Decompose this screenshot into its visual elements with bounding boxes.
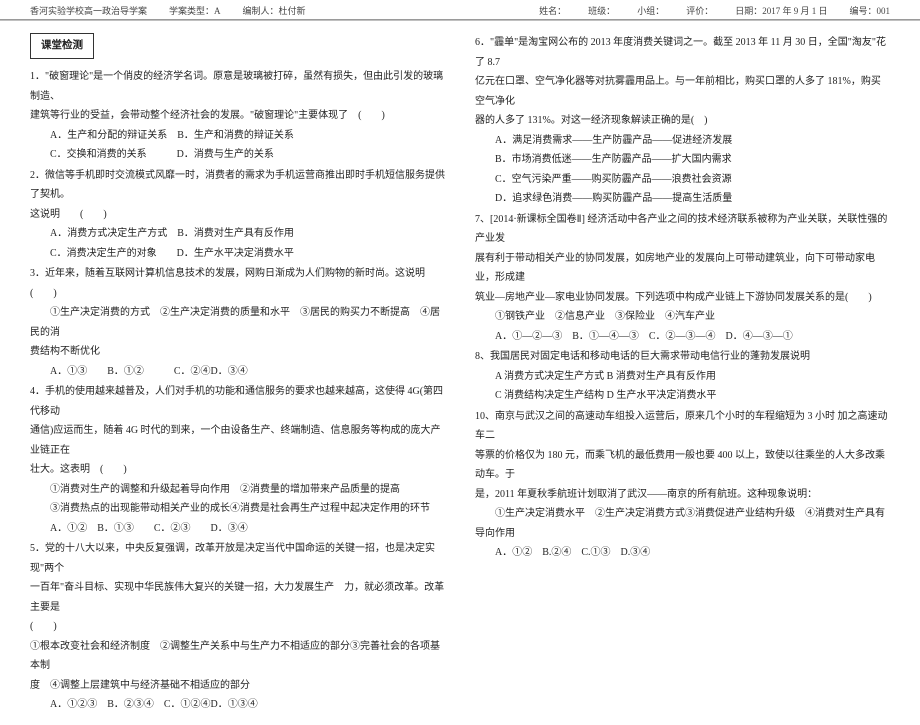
question-1: 1．"破窗理论"是一个俏皮的经济学名词。原意是玻璃被打碎，虽然有损失，但由此引发…	[30, 67, 445, 165]
q10-line3: 是，2011 年夏秋季航班计划取消了武汉——南京的所有航班。这种现象说明：	[475, 489, 817, 500]
page-header: 香河实验学校高一政治导学案 学案类型：A 编制人：杜付新 姓名： 班级： 小组：…	[0, 0, 920, 20]
q6-option-a: A．满足消费需求——生产防霾产品——促进经济发展	[475, 131, 890, 151]
id-label: 编号：001	[849, 4, 890, 17]
q3-items-line1: ①生产决定消费的方式 ②生产决定消费的质量和水平 ③居民的购买力不断提高 ④居民…	[30, 307, 440, 338]
q2-options-row2: C．消费决定生产的对象 D．生产水平决定消费水平	[30, 244, 445, 264]
question-4: 4．手机的使用越来越普及，人们对手机的功能和通信服务的要求也越来越高，这使得 4…	[30, 382, 445, 538]
left-column: 课堂检测 1．"破窗理论"是一个俏皮的经济学名词。原意是玻璃被打碎，虽然有损失，…	[30, 33, 445, 715]
q8-line1: 8、我国居民对固定电话和移动电话的巨大需求带动电信行业的蓬勃发展说明	[475, 351, 810, 362]
q5-items-line1: ①根本改变社会和经济制度 ②调整生产关系中与生产力不相适应的部分③完善社会的各项…	[30, 641, 440, 672]
eval-field-label: 评价：	[686, 4, 713, 17]
q10-line2: 等票的价格仅为 180 元，而乘飞机的最低费用一般也要 400 以上，致使以往乘…	[475, 450, 885, 481]
q7-line3: 筑业—房地产业—家电业协同发展。下列选项中构成产业链上下游协同发展关系的是( )	[475, 292, 872, 303]
q3-line1: 3．近年来，随着互联网计算机信息技术的发展，网购日渐成为人们购物的新时尚。这说明…	[30, 268, 435, 299]
q7-options: A．①—②—③ B．①—④—③ C．②—③—④ D．④—③—①	[475, 327, 890, 347]
sheet-type: 学案类型：A	[169, 4, 221, 17]
question-3: 3．近年来，随着互联网计算机信息技术的发展，网购日渐成为人们购物的新时尚。这说明…	[30, 264, 445, 381]
q2-line2: 这说明 ( )	[30, 209, 107, 220]
q5-items-line2: 度 ④调整上层建筑中与经济基础不相适应的部分	[30, 680, 250, 691]
group-field-label: 小组：	[637, 4, 664, 17]
section-title-box: 课堂检测	[30, 33, 94, 59]
q7-line2: 展有利于带动相关产业的协同发展，如房地产业的发展向上可带动建筑业，向下可带动家电…	[475, 253, 875, 284]
q6-option-c: C．空气污染严重——购买防霾产品——浪费社会资源	[475, 170, 890, 190]
q1-options-row1: A．生产和分配的辩证关系 B．生产和消费的辩证关系	[30, 126, 445, 146]
date-label: 日期：2017 年 9 月 1 日	[735, 4, 827, 17]
name-field-label: 姓名：	[539, 4, 566, 17]
right-column: 6．"霾单"是淘宝网公布的 2013 年度消费关键词之一。截至 2013 年 1…	[475, 33, 890, 715]
q5-line2: 一百年"奋斗目标、实现中华民族伟大复兴的关键一招，大力发展生产 力，就必须改革。…	[30, 582, 444, 613]
q1-line1: 1．"破窗理论"是一个俏皮的经济学名词。原意是玻璃被打碎，虽然有损失，但由此引发…	[30, 71, 443, 102]
q8-options-cd: C 消费结构决定生产结构 D 生产水平决定消费水平	[475, 386, 890, 406]
q5-line1: 5．党的十八大以来，中央反复强调，改革开放是决定当代中国命运的关键一招，也是决定…	[30, 543, 435, 574]
question-2: 2．微信等手机即时交流模式风靡一时，消费者的需求为手机运营商推出即时手机短信服务…	[30, 166, 445, 264]
q10-options: A．①② B.②④ C.①③ D.③④	[475, 543, 890, 563]
q6-option-b: B．市场消费低迷——生产防霾产品——扩大国内需求	[475, 150, 890, 170]
q8-options-ab: A 消费方式决定生产方式 B 消费对生产具有反作用	[475, 367, 890, 387]
q6-line3: 器的人多了 131%。对这一经济现象解读正确的是( )	[475, 115, 708, 126]
question-10: 10、南京与武汉之间的高速动车组投入运营后，原来几个小时的车程缩短为 3 小时 …	[475, 407, 890, 563]
question-8: 8、我国居民对固定电话和移动电话的巨大需求带动电信行业的蓬勃发展说明 A 消费方…	[475, 347, 890, 406]
q4-line1: 4．手机的使用越来越普及，人们对手机的功能和通信服务的要求也越来越高，这使得 4…	[30, 386, 443, 417]
q4-items-row2: ③消费热点的出现能带动相关产业的成长④消费是社会再生产过程中起决定作用的环节	[30, 503, 430, 514]
q4-line3: 壮大。这表明 ( )	[30, 464, 127, 475]
class-field-label: 班级：	[588, 4, 615, 17]
q6-line2: 亿元在口罩、空气净化器等对抗雾霾用品上。与一年前相比，购买口罩的人多了 181%…	[475, 76, 881, 107]
q4-options: A．①② B．①③ C．②③ D．③④	[30, 519, 445, 539]
q5-options: A．①②③ B．②③④ C．①②④D．①③④	[30, 695, 445, 715]
q5-line3: ( )	[30, 621, 57, 632]
document-body: 课堂检测 1．"破窗理论"是一个俏皮的经济学名词。原意是玻璃被打碎，虽然有损失，…	[0, 21, 920, 725]
school-name: 香河实验学校高一政治导学案	[30, 4, 147, 17]
q10-items: ①生产决定消费水平 ②生产决定消费方式③消费促进产业结构升级 ④消费对生产具有导…	[475, 504, 890, 543]
q1-line2: 建筑等行业的受益，会带动整个经济社会的发展。"破窗理论"主要体现了 ( )	[30, 110, 385, 121]
q10-line1: 10、南京与武汉之间的高速动车组投入运营后，原来几个小时的车程缩短为 3 小时 …	[475, 411, 888, 442]
q7-items: ①钢铁产业 ②信息产业 ③保险业 ④汽车产业	[475, 311, 715, 322]
question-6: 6．"霾单"是淘宝网公布的 2013 年度消费关键词之一。截至 2013 年 1…	[475, 33, 890, 209]
q7-line1: 7、[2014·新课标全国卷Ⅱ] 经济活动中各产业之间的技术经济联系被称为产业关…	[475, 214, 887, 245]
q3-options: A．①③ B．①② C．②④D．③④	[30, 362, 445, 382]
author-label: 编制人：杜付新	[243, 4, 306, 17]
question-7: 7、[2014·新课标全国卷Ⅱ] 经济活动中各产业之间的技术经济联系被称为产业关…	[475, 210, 890, 347]
q3-items-line2: 费结构不断优化	[30, 346, 100, 357]
q4-line2: 通信)应运而生，随着 4G 时代的到来，一个由设备生产、终端制造、信息服务等构成…	[30, 425, 441, 456]
q2-line1: 2．微信等手机即时交流模式风靡一时，消费者的需求为手机运营商推出即时手机短信服务…	[30, 170, 445, 201]
q1-options-row2: C．交换和消费的关系 D．消费与生产的关系	[30, 145, 445, 165]
q6-line1: 6．"霾单"是淘宝网公布的 2013 年度消费关键词之一。截至 2013 年 1…	[475, 37, 886, 68]
q6-option-d: D．追求绿色消费——购买防霾产品——提高生活质量	[475, 189, 890, 209]
q2-options-row1: A．消费方式决定生产方式 B．消费对生产具有反作用	[30, 224, 445, 244]
q4-items-row1: ①消费对生产的调整和升级起着导向作用 ②消费量的增加带来产品质量的提高	[30, 484, 400, 495]
question-5: 5．党的十八大以来，中央反复强调，改革开放是决定当代中国命运的关键一招，也是决定…	[30, 539, 445, 715]
